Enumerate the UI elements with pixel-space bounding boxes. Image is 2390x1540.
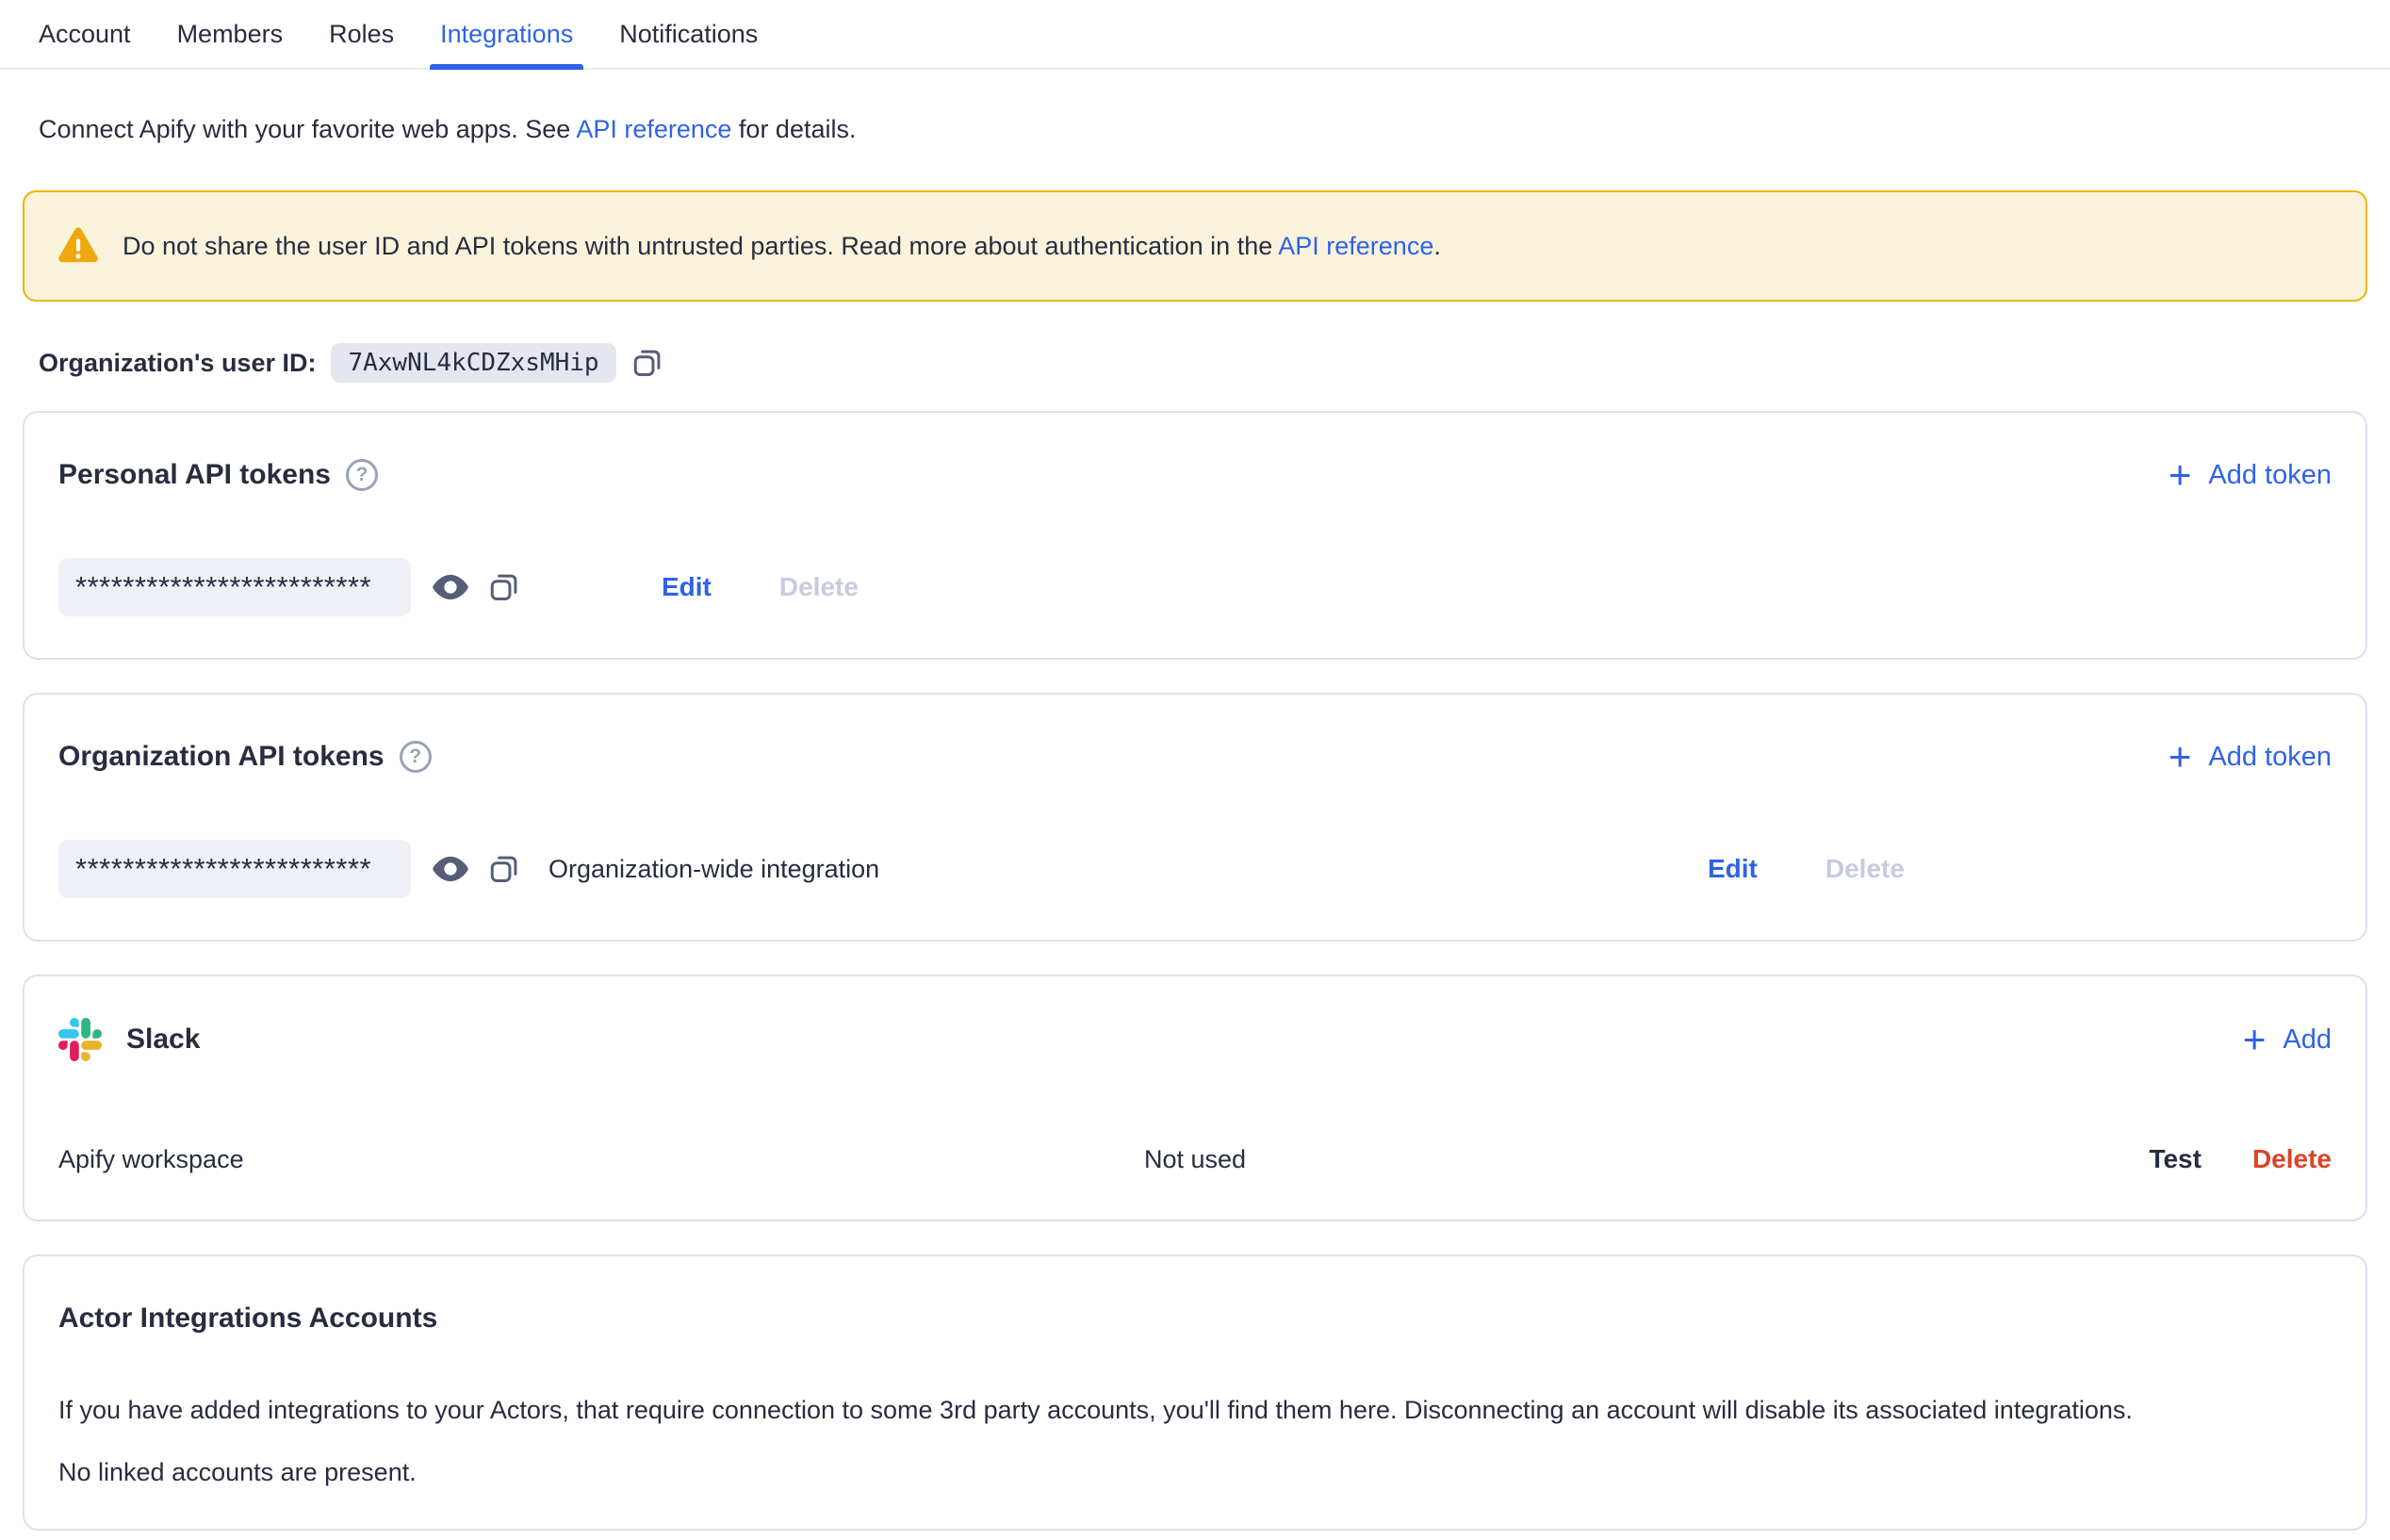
org-token-masked-value: ************************* <box>58 840 411 898</box>
help-icon[interactable]: ? <box>400 741 432 773</box>
slack-card: Slack + Add Apify workspace Not used Tes… <box>23 975 2367 1221</box>
warning-api-reference-link[interactable]: API reference <box>1278 232 1433 260</box>
warning-triangle-icon <box>57 226 100 266</box>
slack-workspace-name: Apify workspace <box>58 1145 244 1174</box>
delete-slack-button[interactable]: Delete <box>2252 1144 2332 1174</box>
tab-integrations[interactable]: Integrations <box>440 0 573 68</box>
actor-integrations-description: If you have added integrations to your A… <box>58 1392 2332 1428</box>
slack-workspace-row: Apify workspace Not used Test Delete <box>58 1140 2332 1178</box>
copy-user-id-button[interactable] <box>631 347 663 379</box>
add-personal-token-button[interactable]: + Add token <box>2169 460 2332 491</box>
actor-integrations-title: Actor Integrations Accounts <box>58 1298 2332 1339</box>
personal-tokens-title-text: Personal API tokens <box>58 454 331 496</box>
add-slack-button[interactable]: + Add <box>2243 1024 2332 1056</box>
plus-icon: + <box>2243 1025 2267 1054</box>
add-label: Add <box>2283 1024 2332 1056</box>
tab-account[interactable]: Account <box>39 0 131 68</box>
copy-icon <box>488 853 520 885</box>
eye-icon <box>432 574 469 600</box>
org-user-id-value: 7AxwNL4kCDZxsMHip <box>331 343 615 383</box>
org-user-id-label: Organization's user ID: <box>39 349 316 378</box>
copy-icon <box>631 347 663 379</box>
org-token-description: Organization-wide integration <box>548 855 879 884</box>
add-org-token-button[interactable]: + Add token <box>2169 742 2332 773</box>
tab-members[interactable]: Members <box>177 0 284 68</box>
copy-org-token-button[interactable] <box>488 853 520 885</box>
personal-token-row: ************************* Edit Delete <box>58 558 2332 616</box>
organization-api-tokens-card: Organization API tokens ? + Add token **… <box>23 693 2367 942</box>
slack-usage-status: Not used <box>1144 1145 1246 1174</box>
org-tokens-title: Organization API tokens ? <box>58 736 432 778</box>
personal-api-tokens-card: Personal API tokens ? + Add token ******… <box>23 411 2367 660</box>
personal-tokens-title: Personal API tokens ? <box>58 454 378 496</box>
warning-text: Do not share the user ID and API tokens … <box>123 232 1441 261</box>
tab-notifications[interactable]: Notifications <box>619 0 758 68</box>
test-slack-button[interactable]: Test <box>2149 1144 2202 1174</box>
copy-icon <box>488 571 520 603</box>
actor-integrations-card: Actor Integrations Accounts If you have … <box>23 1254 2367 1531</box>
api-reference-link[interactable]: API reference <box>576 115 731 143</box>
org-token-row: ************************* Organization-w… <box>58 840 2332 898</box>
plus-icon: + <box>2169 461 2192 489</box>
org-tokens-title-text: Organization API tokens <box>58 736 385 778</box>
slack-title: Slack <box>126 1019 200 1060</box>
warning-text-before: Do not share the user ID and API tokens … <box>123 232 1278 260</box>
edit-personal-token-button[interactable]: Edit <box>662 572 712 602</box>
eye-icon <box>432 856 469 882</box>
plus-icon: + <box>2169 743 2192 771</box>
actor-integrations-empty-message: No linked accounts are present. <box>58 1458 2332 1487</box>
copy-personal-token-button[interactable] <box>488 571 520 603</box>
delete-personal-token-button: Delete <box>779 572 859 602</box>
personal-token-masked-value: ************************* <box>58 558 411 616</box>
settings-tabbar: Account Members Roles Integrations Notif… <box>0 0 2390 70</box>
reveal-personal-token-button[interactable] <box>432 574 469 600</box>
add-token-label: Add token <box>2208 460 2332 491</box>
add-token-label: Add token <box>2208 742 2332 773</box>
warning-text-after: . <box>1433 232 1441 260</box>
slack-logo-icon <box>58 1018 102 1061</box>
intro-text-after: for details. <box>731 115 856 143</box>
intro-text-before: Connect Apify with your favorite web app… <box>39 115 576 143</box>
integrations-page: Connect Apify with your favorite web app… <box>0 111 2390 1531</box>
delete-org-token-button: Delete <box>1825 854 1905 884</box>
intro-text: Connect Apify with your favorite web app… <box>39 111 2367 147</box>
reveal-org-token-button[interactable] <box>432 856 469 882</box>
tab-roles[interactable]: Roles <box>329 0 394 68</box>
edit-org-token-button[interactable]: Edit <box>1708 854 1758 884</box>
warning-banner: Do not share the user ID and API tokens … <box>23 190 2367 302</box>
org-user-id-row: Organization's user ID: 7AxwNL4kCDZxsMHi… <box>39 343 2367 383</box>
help-icon[interactable]: ? <box>346 459 378 491</box>
